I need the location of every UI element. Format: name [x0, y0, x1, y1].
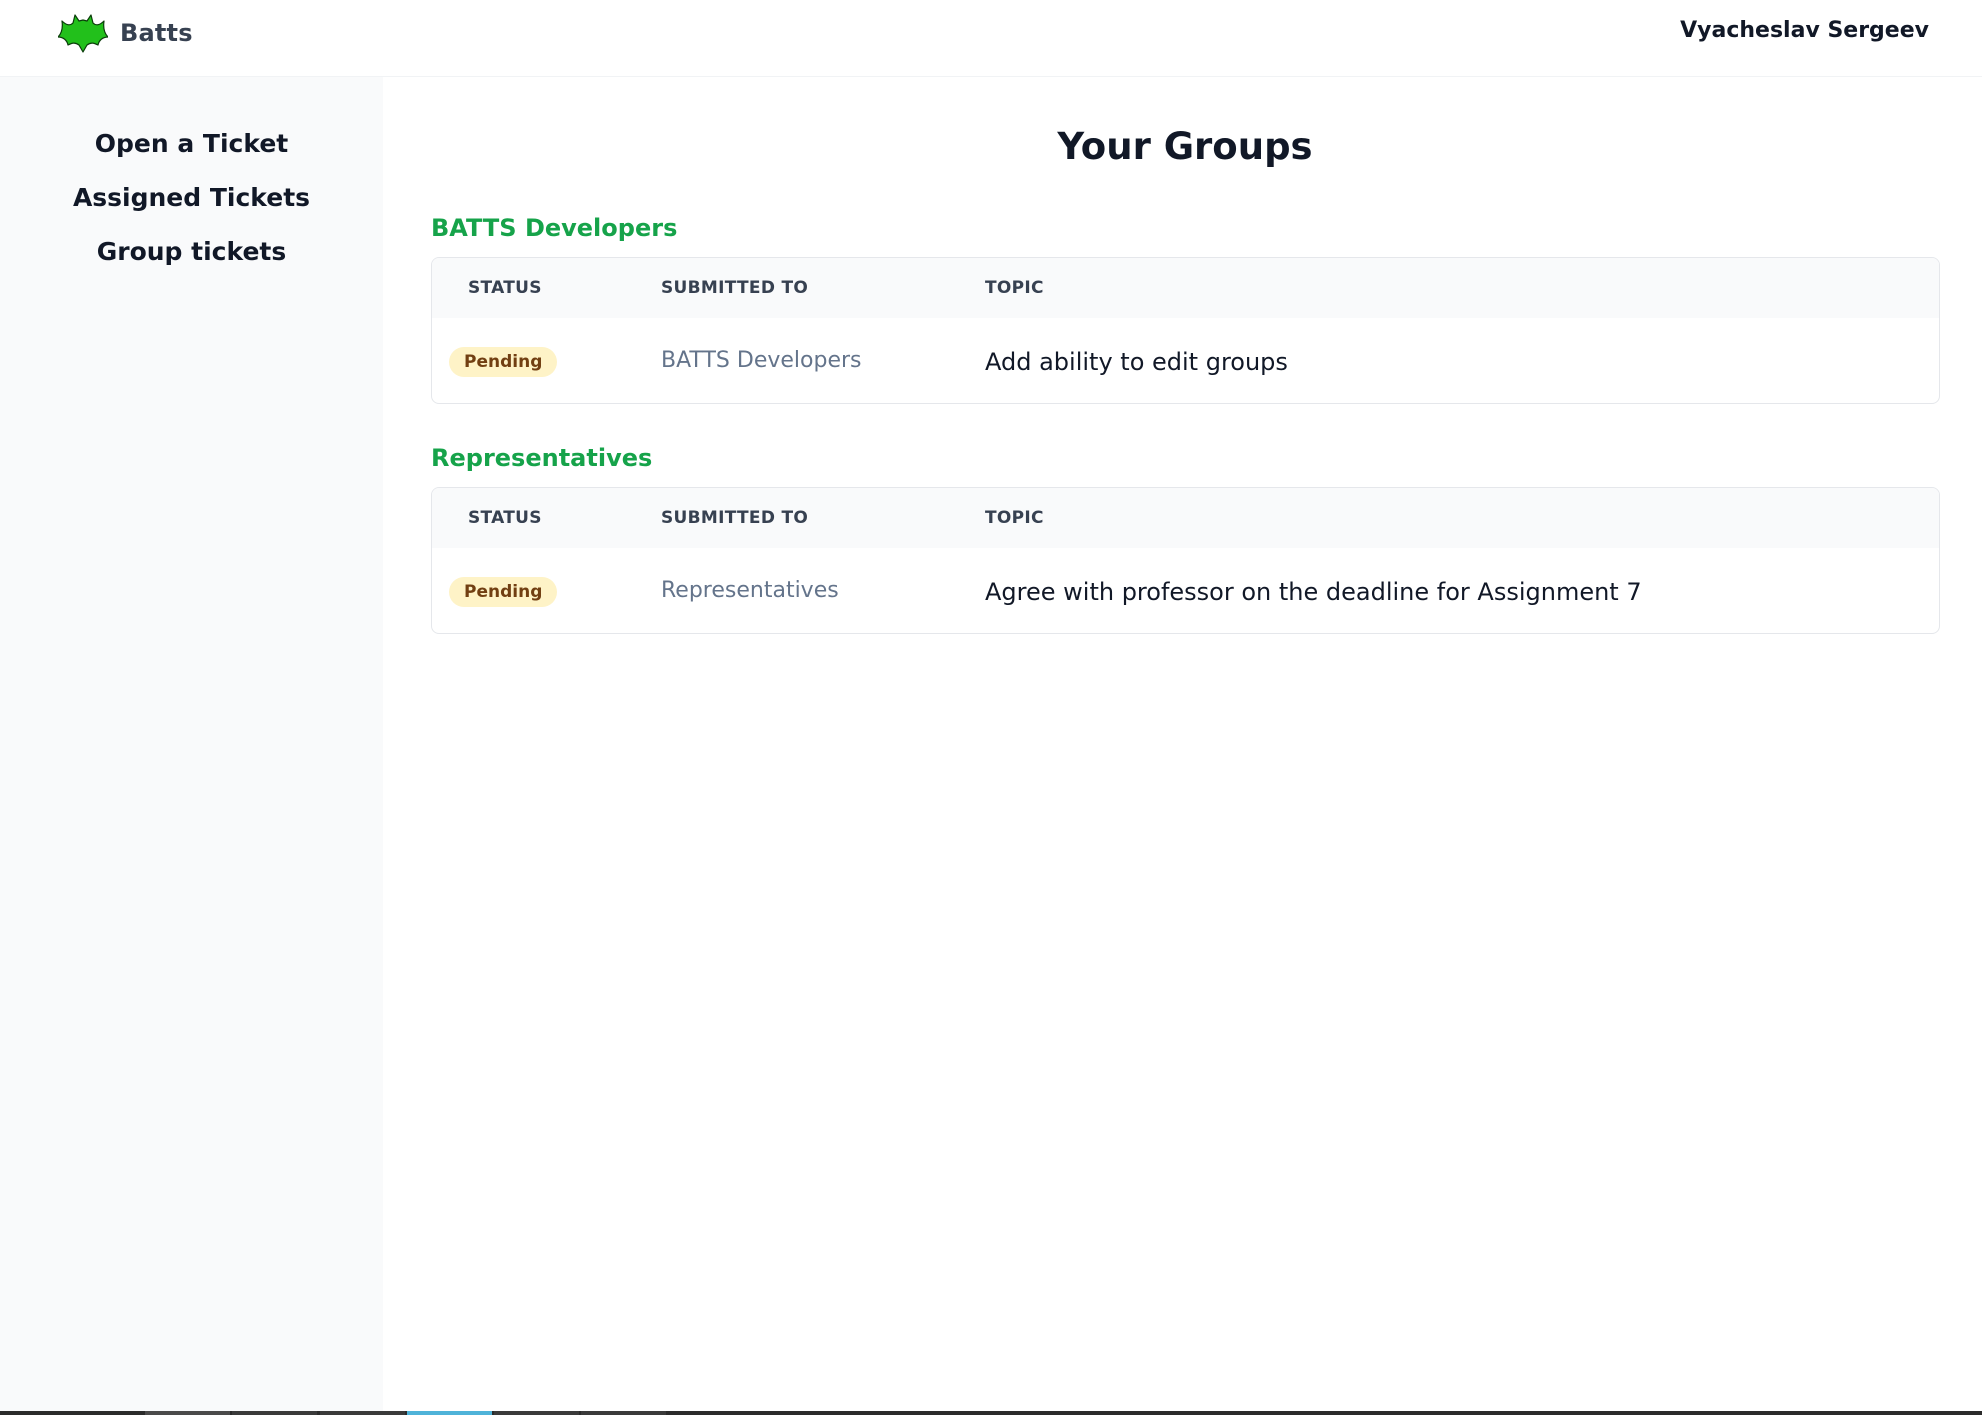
sidebar: Open a Ticket Assigned Tickets Group tic…	[0, 77, 383, 1415]
column-header-status: STATUS	[468, 278, 542, 298]
group-title: BATTS Developers	[431, 214, 678, 242]
status-badge: Pending	[449, 347, 558, 377]
top-navbar: Batts Vyacheslav Sergeev	[0, 0, 1982, 77]
taskbar-item[interactable]	[581, 1411, 666, 1415]
table-row[interactable]: Pending BATTS Developers Add ability to …	[432, 318, 1939, 403]
topic-cell[interactable]: Add ability to edit groups	[985, 318, 1288, 403]
table-header: STATUS SUBMITTED TO TOPIC	[432, 488, 1939, 548]
column-header-submitted-to: SUBMITTED TO	[661, 508, 809, 528]
os-taskbar	[0, 1411, 1982, 1415]
column-header-topic: TOPIC	[985, 278, 1044, 298]
taskbar-item[interactable]	[145, 1411, 230, 1415]
taskbar-item[interactable]	[494, 1411, 579, 1415]
group-tickets-table: STATUS SUBMITTED TO TOPIC Pending Repres…	[431, 487, 1940, 634]
bat-icon	[58, 14, 108, 53]
taskbar-item-active[interactable]	[407, 1411, 492, 1415]
group-title: Representatives	[431, 444, 653, 472]
sidebar-item-open-ticket[interactable]: Open a Ticket	[0, 127, 383, 161]
topic-cell[interactable]: Agree with professor on the deadline for…	[985, 548, 1642, 633]
main-content: Your Groups BATTS Developers STATUS SUBM…	[383, 77, 1982, 1415]
table-header: STATUS SUBMITTED TO TOPIC	[432, 258, 1939, 318]
table-row[interactable]: Pending Representatives Agree with profe…	[432, 548, 1939, 633]
brand-home-link[interactable]: Batts	[58, 12, 193, 54]
group-tickets-table: STATUS SUBMITTED TO TOPIC Pending BATTS …	[431, 257, 1940, 404]
brand-name: Batts	[120, 19, 193, 47]
user-menu[interactable]: Vyacheslav Sergeev	[1680, 18, 1929, 43]
taskbar-item[interactable]	[232, 1411, 317, 1415]
sidebar-item-group-tickets[interactable]: Group tickets	[0, 235, 383, 269]
column-header-topic: TOPIC	[985, 508, 1044, 528]
column-header-submitted-to: SUBMITTED TO	[661, 278, 809, 298]
taskbar-item[interactable]	[320, 1411, 405, 1415]
sidebar-item-assigned-tickets[interactable]: Assigned Tickets	[0, 181, 383, 215]
status-badge: Pending	[449, 577, 558, 607]
submitted-to-cell: BATTS Developers	[661, 348, 862, 373]
column-header-status: STATUS	[468, 508, 542, 528]
submitted-to-cell: Representatives	[661, 578, 839, 603]
page-title: Your Groups	[1057, 125, 1313, 168]
